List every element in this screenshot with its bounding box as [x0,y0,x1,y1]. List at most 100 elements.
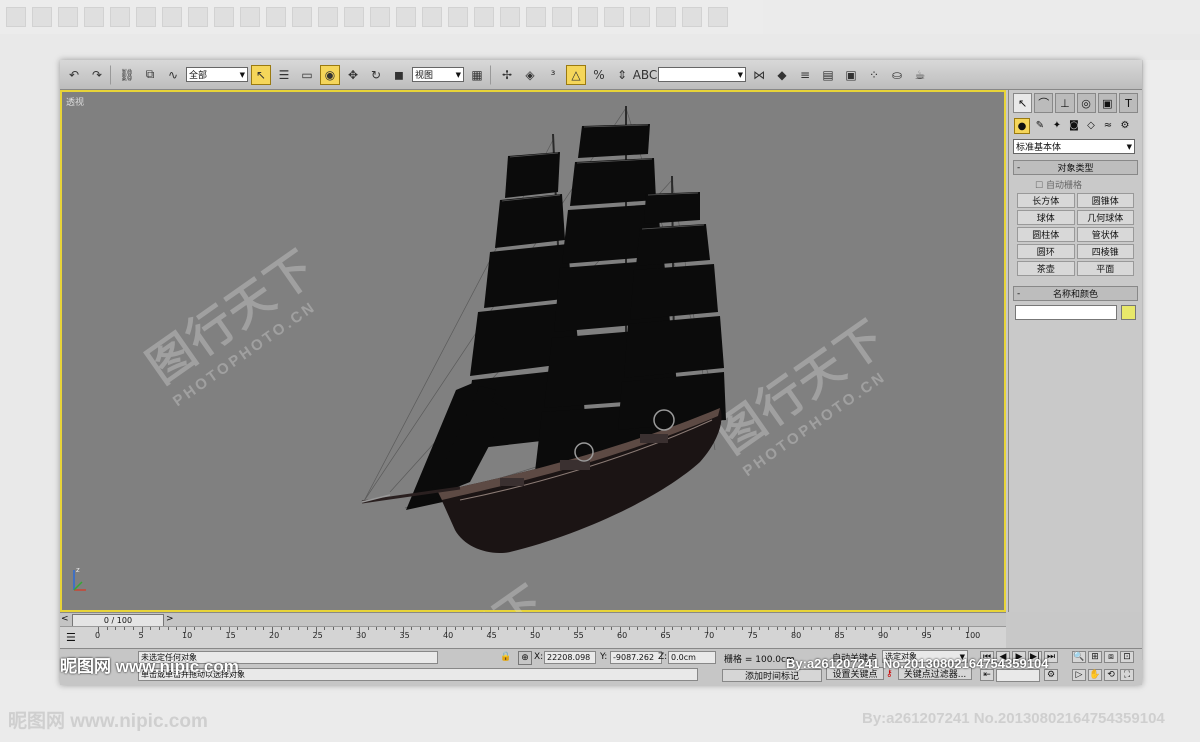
orbit-icon[interactable]: ⟲ [1104,669,1118,681]
timeline-tick [846,627,848,630]
teapot-button[interactable]: 茶壶 [1017,261,1075,276]
move-icon[interactable]: ✥ [343,65,363,85]
curve-editor-mini-icon[interactable]: ☰ [66,631,76,644]
object-color-swatch[interactable] [1121,305,1136,320]
zoom-icon[interactable]: 🔍 [1072,651,1086,663]
rotate-icon[interactable]: ↻ [366,65,386,85]
zoom-extents-icon[interactable]: ⧈ [1104,651,1118,663]
link-icon[interactable]: ⛓ [117,65,137,85]
time-slider[interactable]: < 0 / 100 > [60,612,1006,627]
category-dropdown[interactable]: 标准基本体 ▼ [1013,139,1135,154]
fov-icon[interactable]: ▷ [1072,669,1086,681]
modify-tab-icon[interactable]: ⌒ [1034,93,1054,113]
layer-manager-icon[interactable]: ≡ [795,65,815,85]
timeline-tick [959,627,961,630]
unlink-icon[interactable]: ⧉ [140,65,160,85]
lock-icon[interactable]: 🔒 [500,652,511,662]
autogrid-checkbox[interactable]: ☐ 自动栅格 [1013,175,1138,193]
timeline-tick [324,627,326,630]
named-selection-dropdown[interactable]: ▼ [658,67,746,82]
byline-watermark: By:a261207241 No.20130802164754359104 [786,656,1049,671]
hierarchy-tab-icon[interactable]: ⊥ [1055,93,1075,113]
schematic-view-icon[interactable]: ▣ [841,65,861,85]
snaps-toggle-icon[interactable]: ³ [543,65,563,85]
edit-named-selection-icon[interactable]: ABC [633,65,658,85]
lights-icon[interactable]: ✦ [1050,118,1064,132]
undo-icon[interactable]: ↶ [64,65,84,85]
timeline-tick-label: 0 [95,631,101,640]
box-button[interactable]: 长方体 [1017,193,1075,208]
percent-snap-icon[interactable]: % [589,65,609,85]
display-tab-icon[interactable]: ▣ [1097,93,1117,113]
cone-button[interactable]: 圆锥体 [1076,193,1134,208]
bind-spacewarp-icon[interactable]: ∿ [163,65,183,85]
absolute-mode-icon[interactable]: ⊕ [518,651,532,665]
timeline-tick [541,627,543,630]
mirror-icon[interactable]: ⋈ [749,65,769,85]
slider-right-arrow[interactable]: > [166,614,174,624]
spacewarps-icon[interactable]: ≈ [1101,118,1115,132]
track-bar[interactable]: ☰ 0 5 10 15 20 25 30 35 40 45 50 55 60 65 70 75 80 85 90 95… [60,626,1006,649]
sphere-button[interactable]: 球体 [1017,210,1075,225]
object-name-field[interactable] [1015,305,1117,320]
timeline-tick [115,627,117,630]
timeline-tick [915,627,917,630]
select-manipulate-icon[interactable]: ✢ [497,65,517,85]
material-editor-icon[interactable]: ⁘ [864,65,884,85]
slider-left-arrow[interactable]: < [61,614,69,624]
timeline-tick [733,627,735,630]
timeline-tick [463,627,465,630]
maximize-viewport-icon[interactable]: ⛶ [1120,669,1134,681]
pan-icon[interactable]: ✋ [1088,669,1102,681]
name-color-header[interactable]: - 名称和颜色 [1013,286,1138,301]
quick-render-icon[interactable]: ☕ [910,65,930,85]
align-icon[interactable]: ◆ [772,65,792,85]
helpers-icon[interactable]: ◇ [1084,118,1098,132]
ref-coord-dropdown[interactable]: 视图 ▼ [412,67,464,82]
timeline-tick [593,627,595,630]
shapes-icon[interactable]: ✎ [1033,118,1047,132]
keyboard-shortcut-icon[interactable]: ◈ [520,65,540,85]
rect-selection-icon[interactable]: ▭ [297,65,317,85]
object-type-header[interactable]: - 对象类型 [1013,160,1138,175]
timeline-tick [811,627,813,630]
perspective-viewport[interactable]: 透视 图行天下 PHOTOPHOTO.CN 图行天下 PHOTOPHOTO.CN… [60,90,1006,685]
cylinder-button[interactable]: 圆柱体 [1017,227,1075,242]
timeline-tick [106,627,108,630]
object-type-rollout: - 对象类型 ☐ 自动栅格 长方体 圆锥体 球体 几何球体 圆柱体 管状体 圆环 … [1013,160,1138,276]
x-coordinate-field[interactable]: 22208.098 [544,651,596,664]
cameras-icon[interactable]: ◙ [1067,118,1081,132]
timeline-tick-label: 20 [269,631,280,640]
window-crossing-icon[interactable]: ◉ [320,64,340,85]
ship-model[interactable] [60,90,1006,612]
torus-button[interactable]: 圆环 [1017,244,1075,259]
angle-snap-icon[interactable]: △ [566,64,586,85]
spinner-snap-icon[interactable]: ⇕ [612,65,632,85]
timeline-tick [437,627,439,630]
curve-editor-icon[interactable]: ▤ [818,65,838,85]
utilities-tab-icon[interactable]: T [1118,93,1139,113]
select-object-icon[interactable]: ↖ [251,64,271,85]
tube-button[interactable]: 管状体 [1076,227,1134,242]
motion-tab-icon[interactable]: ◎ [1076,93,1096,113]
redo-icon[interactable]: ↷ [87,65,107,85]
render-setup-icon[interactable]: ⛀ [887,65,907,85]
z-coordinate-field[interactable]: 0.0cm [668,651,716,664]
pivot-center-icon[interactable]: ▦ [467,65,487,85]
select-by-name-icon[interactable]: ☰ [274,65,294,85]
y-coordinate-field[interactable]: -9087.262 [610,651,662,664]
geometry-icon[interactable]: ● [1014,118,1030,134]
timeline-tick [167,627,169,630]
plane-button[interactable]: 平面 [1076,261,1134,276]
pyramid-button[interactable]: 四棱锥 [1076,244,1134,259]
timeline-tick [150,627,152,630]
timeline-tick-label: 95 [921,631,932,640]
systems-icon[interactable]: ⚙ [1118,118,1132,132]
selection-filter-dropdown[interactable]: 全部 ▼ [186,67,248,82]
scale-icon[interactable]: ◼ [389,65,409,85]
zoom-all-icon[interactable]: ⊞ [1088,651,1102,663]
geosphere-button[interactable]: 几何球体 [1076,210,1134,225]
timeline-tick [776,627,778,630]
zoom-extents-all-icon[interactable]: ⊡ [1120,651,1134,663]
create-tab-icon[interactable]: ↖ [1013,93,1033,113]
